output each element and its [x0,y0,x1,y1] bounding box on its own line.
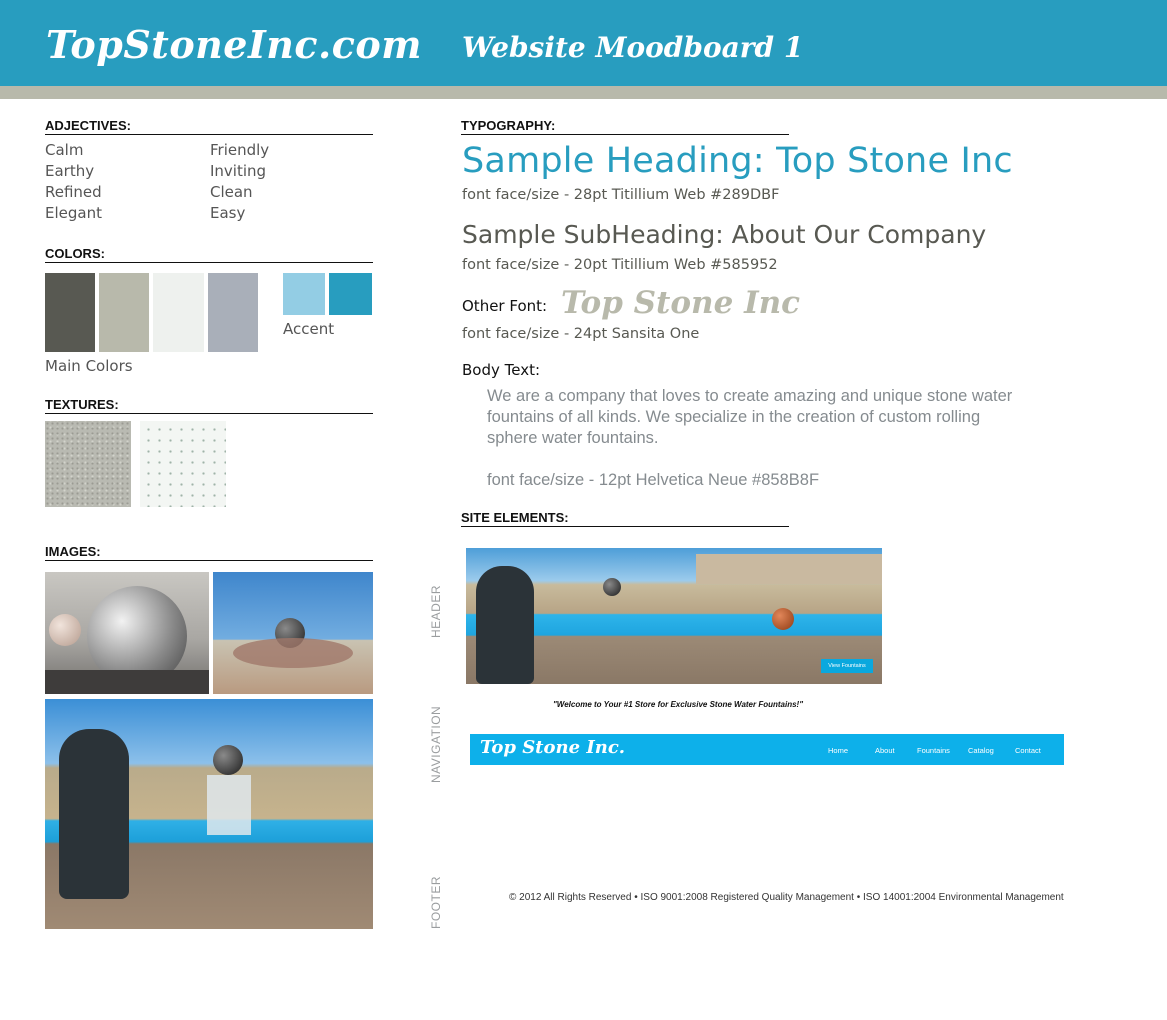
body-font-spec: font face/size - 12pt Helvetica Neue #85… [487,471,820,489]
sphere-basin [45,670,209,694]
sample-subheading: Sample SubHeading: About Our Company [462,220,987,249]
nav-link-about[interactable]: About [875,746,895,755]
main-color-swatch [153,273,204,352]
accent-label: Accent [283,320,335,338]
dot-texture-swatch [140,421,226,507]
adjective: Earthy [45,162,95,180]
other-font-sample: Top Stone Inc [561,285,801,321]
adjectives-column-2: Friendly Inviting Clean Easy [210,140,269,224]
adjective: Inviting [210,162,267,180]
navigation-bar: Top Stone Inc. Home About Fountains Cata… [470,734,1064,765]
other-font-label: Other Font: [462,297,548,315]
adjective: Clean [210,183,253,201]
textures-heading: TEXTURES: [45,397,373,414]
banner-accent-strip [0,86,1167,99]
accent-color-swatch [329,273,372,315]
colors-heading: COLORS: [45,246,373,263]
footer-section-label: FOOTER [429,876,443,929]
moodboard-banner: TopStoneInc.com Website Moodboard 1 [0,0,1167,86]
adjective: Friendly [210,141,270,159]
header-orange-sphere [772,608,794,630]
typography-heading: TYPOGRAPHY: [461,118,789,135]
nav-link-catalog[interactable]: Catalog [968,746,994,755]
subheading-font-spec: font face/size - 20pt Titillium Web #585… [462,257,778,273]
adjective: Elegant [45,204,102,222]
body-text-label: Body Text: [462,361,541,379]
adjective: Refined [45,183,102,201]
board-title: Website Moodboard 1 [462,31,804,64]
stone-texture-swatch [45,421,131,507]
fountain-pedestal [207,775,251,835]
small-sphere [49,614,81,646]
dolphin-sculpture [59,729,129,899]
body-text-sample: We are a company that loves to create am… [487,387,1013,447]
sample-heading: Sample Heading: Top Stone Inc [462,141,1013,181]
adjectives-column-1: Calm Earthy Refined Elegant [45,140,102,224]
main-colors-label: Main Colors [45,357,133,375]
main-color-swatch [45,273,95,352]
plaza-fountain-photo [213,572,373,694]
main-color-swatch [99,273,149,352]
nav-link-fountains[interactable]: Fountains [917,746,950,755]
footer-copyright: © 2012 All Rights Reserved • ISO 9001:20… [509,892,1064,903]
other-font-spec: font face/size - 24pt Sansita One [462,326,700,342]
nav-brand-logo[interactable]: Top Stone Inc. [480,737,625,758]
view-fountains-button[interactable]: View Fountains [821,659,873,673]
adjective: Easy [210,204,246,222]
header-banner-image: View Fountains [466,548,882,684]
heading-font-spec: font face/size - 28pt Titillium Web #289… [462,187,780,203]
images-heading: IMAGES: [45,544,373,561]
nav-link-home[interactable]: Home [828,746,848,755]
stone-spheres-photo [45,572,209,694]
header-house [696,554,882,584]
site-name: TopStoneInc.com [46,22,422,67]
header-tagline: "Welcome to Your #1 Store for Exclusive … [553,700,804,709]
accent-color-swatch [283,273,325,315]
plaza-pattern [233,638,353,668]
adjective: Calm [45,141,84,159]
header-fountain-sphere [603,578,621,596]
main-color-swatch [208,273,258,352]
adjectives-heading: ADJECTIVES: [45,118,373,135]
header-dolphin-sculpture [476,566,534,684]
nav-link-contact[interactable]: Contact [1015,746,1041,755]
dolphin-fountain-photo [45,699,373,929]
navigation-section-label: NAVIGATION [429,705,443,783]
fountain-sphere [213,745,243,775]
header-section-label: HEADER [429,584,443,638]
site-elements-heading: SITE ELEMENTS: [461,510,789,527]
